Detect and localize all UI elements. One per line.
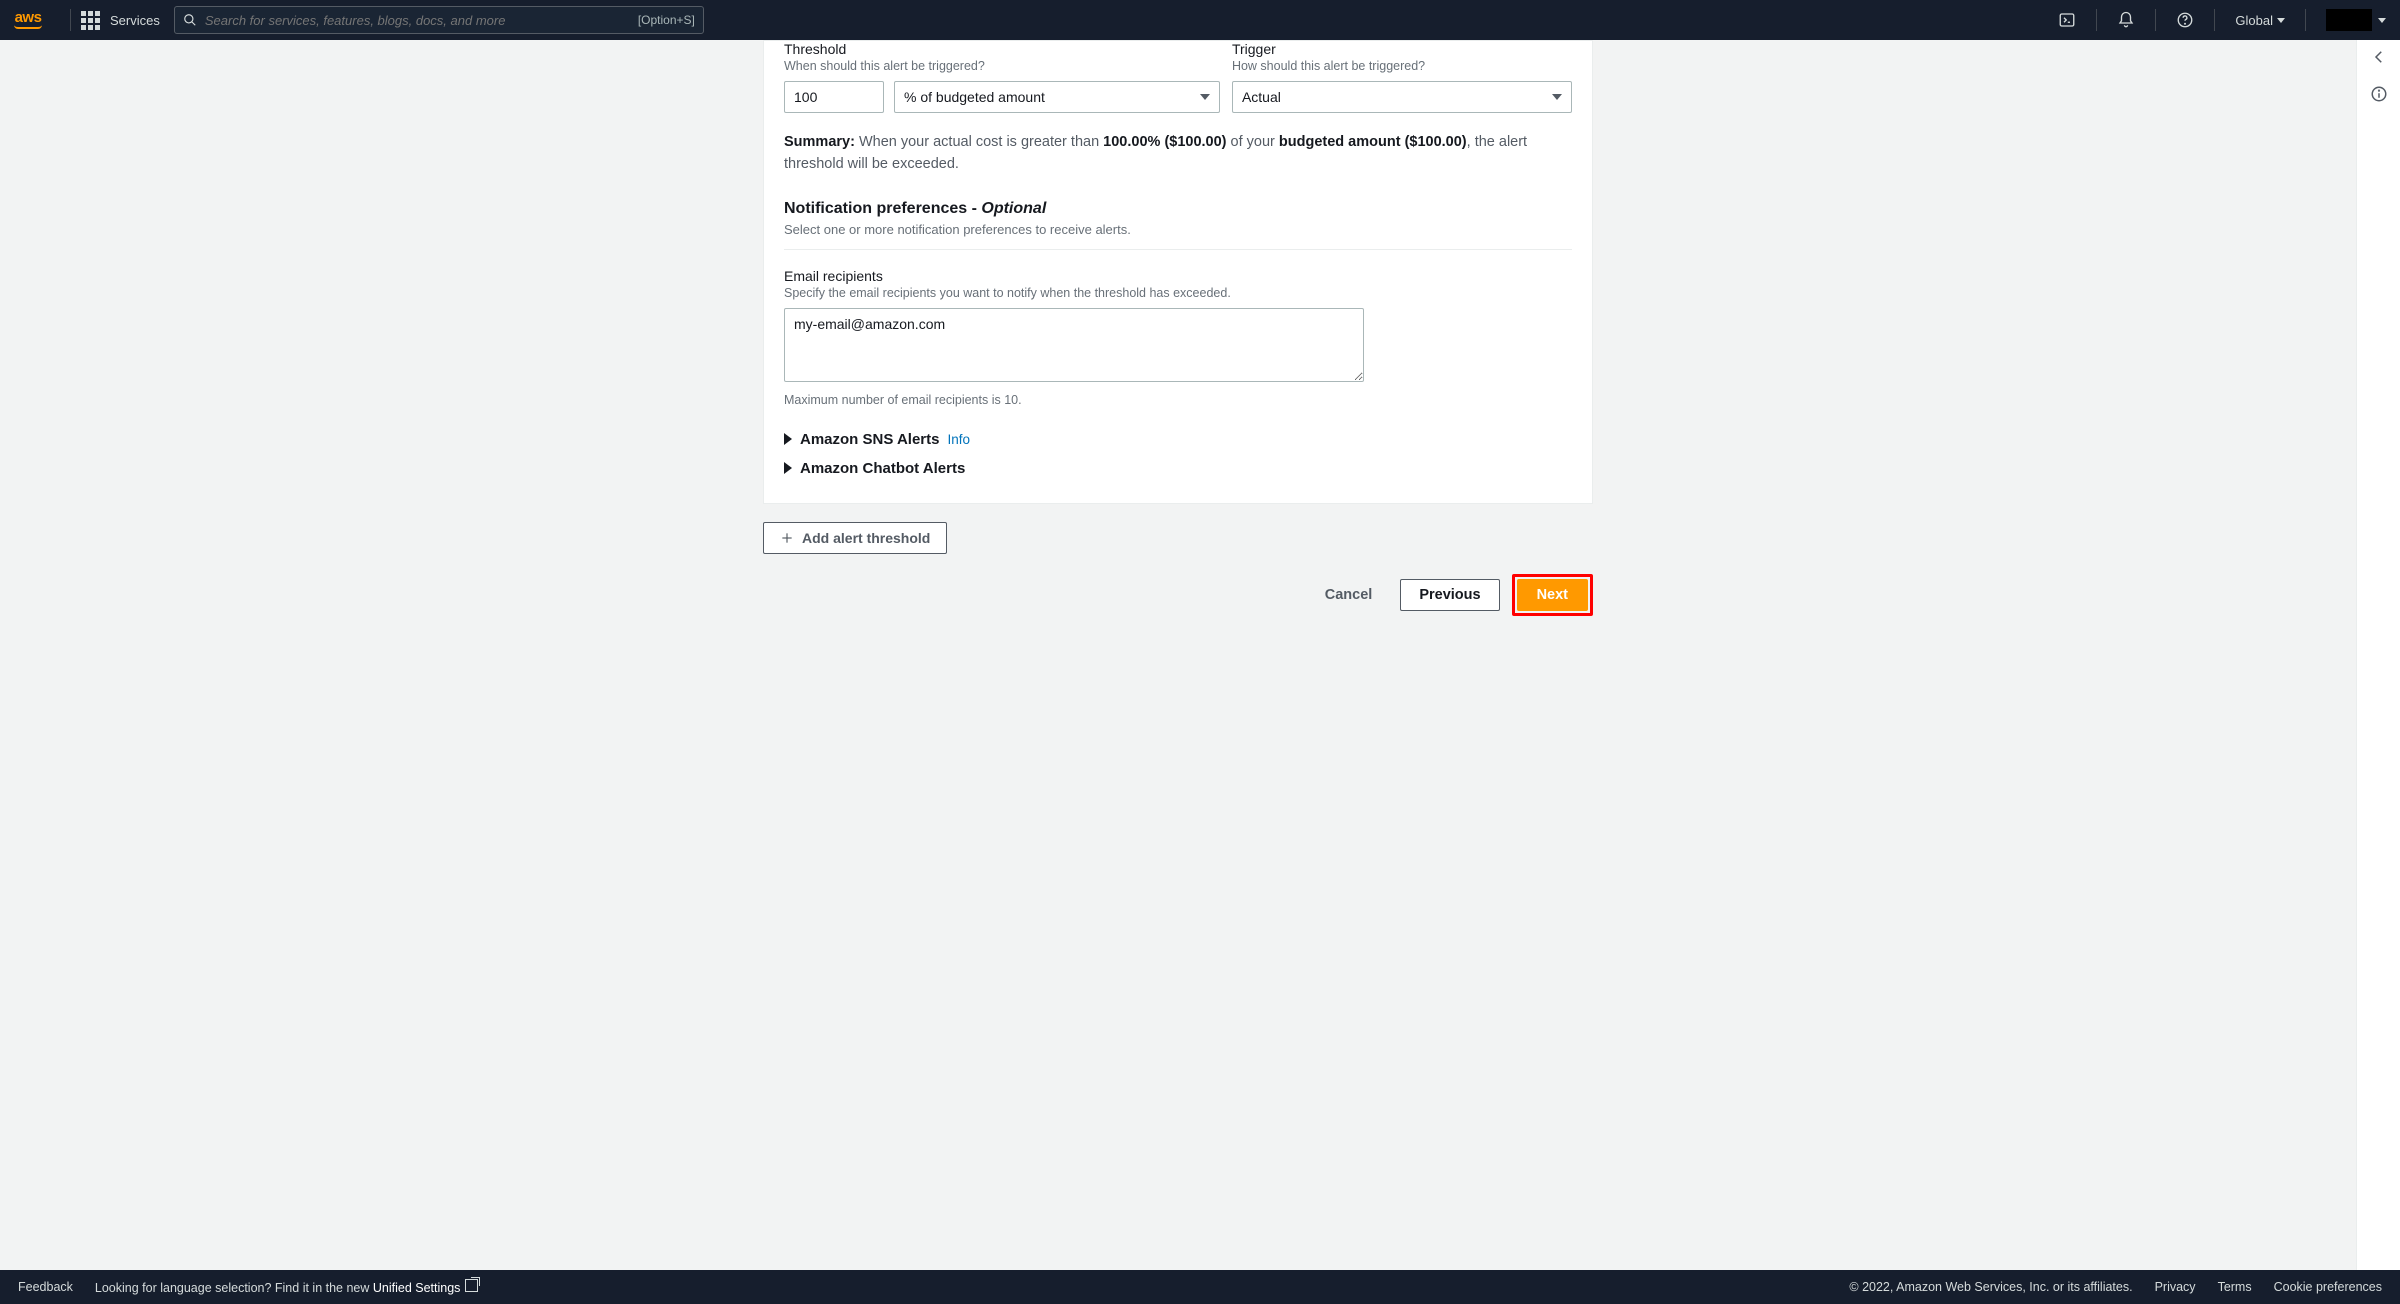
chevron-left-icon: [2370, 48, 2388, 66]
info-icon: [2370, 85, 2388, 103]
threshold-field: Threshold When should this alert be trig…: [784, 41, 1220, 113]
notification-prefs-section: Notification preferences - Optional Sele…: [784, 200, 1572, 483]
summary-text: Summary: When your actual cost is greate…: [784, 131, 1572, 176]
divider: [70, 9, 71, 31]
copyright: © 2022, Amazon Web Services, Inc. or its…: [1849, 1280, 2132, 1294]
divider: [2096, 9, 2097, 31]
right-rail: [2356, 40, 2400, 1270]
trigger-select[interactable]: Actual: [1232, 81, 1572, 113]
nav-right: Global: [2048, 9, 2386, 31]
search-icon: [183, 13, 197, 27]
threshold-unit-select[interactable]: % of budgeted amount: [894, 81, 1220, 113]
highlight-box: Next: [1512, 574, 1593, 616]
triangle-right-icon: [784, 433, 792, 445]
divider: [2214, 9, 2215, 31]
alert-panel: Threshold When should this alert be trig…: [763, 40, 1593, 504]
external-link-icon: [465, 1279, 478, 1292]
aws-logo[interactable]: aws: [14, 11, 42, 29]
email-label: Email recipients: [784, 268, 1572, 284]
divider: [2155, 9, 2156, 31]
account-menu[interactable]: [2326, 9, 2372, 31]
search-input[interactable]: [205, 13, 638, 28]
cookie-prefs-link[interactable]: Cookie preferences: [2274, 1280, 2382, 1294]
help-button[interactable]: [2166, 11, 2204, 29]
feedback-link[interactable]: Feedback: [18, 1280, 73, 1294]
help-icon: [2176, 11, 2194, 29]
top-nav: aws Services [Option+S] Global: [0, 0, 2400, 40]
trigger-label: Trigger: [1232, 41, 1572, 57]
collapse-rail-button[interactable]: [2370, 48, 2388, 71]
sns-info-link[interactable]: Info: [947, 432, 970, 447]
cloudshell-icon: [2058, 11, 2076, 29]
divider: [2305, 9, 2306, 31]
region-selector[interactable]: Global: [2225, 13, 2295, 28]
sns-alerts-label: Amazon SNS Alerts: [800, 431, 939, 448]
chevron-down-icon: [2378, 18, 2386, 23]
cancel-button[interactable]: Cancel: [1309, 579, 1389, 611]
main-column: Threshold When should this alert be trig…: [0, 40, 2356, 1270]
threshold-label: Threshold: [784, 41, 1220, 57]
lang-prompt: Looking for language selection? Find it …: [95, 1279, 479, 1295]
trigger-desc: How should this alert be triggered?: [1232, 59, 1572, 73]
triangle-right-icon: [784, 462, 792, 474]
threshold-value-input[interactable]: [784, 81, 884, 113]
chevron-down-icon: [1200, 94, 1210, 100]
sns-alerts-expander[interactable]: Amazon SNS Alerts Info: [784, 425, 1572, 454]
threshold-desc: When should this alert be triggered?: [784, 59, 1220, 73]
services-grid-icon[interactable]: [81, 11, 100, 30]
email-desc: Specify the email recipients you want to…: [784, 286, 1572, 300]
plus-icon: [780, 531, 794, 545]
chevron-down-icon: [2277, 18, 2285, 23]
unified-settings-link[interactable]: Unified Settings: [373, 1281, 479, 1295]
chatbot-alerts-expander[interactable]: Amazon Chatbot Alerts: [784, 454, 1572, 483]
chatbot-alerts-label: Amazon Chatbot Alerts: [800, 460, 965, 477]
trigger-field: Trigger How should this alert be trigger…: [1232, 41, 1572, 113]
notif-desc: Select one or more notification preferen…: [784, 222, 1572, 237]
search-shortcut-hint: [Option+S]: [638, 13, 695, 27]
content-area: Threshold When should this alert be trig…: [0, 40, 2400, 1270]
notif-heading: Notification preferences - Optional: [784, 200, 1572, 218]
services-link[interactable]: Services: [110, 13, 160, 28]
search-box[interactable]: [Option+S]: [174, 6, 704, 34]
add-alert-threshold-button[interactable]: Add alert threshold: [763, 522, 947, 554]
trigger-value: Actual: [1242, 89, 1281, 105]
threshold-section: Threshold When should this alert be trig…: [784, 41, 1572, 483]
region-label: Global: [2235, 13, 2273, 28]
wizard-buttons: Cancel Previous Next: [763, 574, 1593, 640]
bell-icon: [2117, 11, 2135, 29]
threshold-unit-value: % of budgeted amount: [904, 89, 1045, 105]
privacy-link[interactable]: Privacy: [2155, 1280, 2196, 1294]
email-recipients-input[interactable]: my-email@amazon.com: [784, 308, 1364, 382]
form-column: Threshold When should this alert be trig…: [763, 40, 1593, 1270]
next-button[interactable]: Next: [1517, 579, 1588, 611]
footer: Feedback Looking for language selection?…: [0, 1270, 2400, 1304]
cloudshell-button[interactable]: [2048, 11, 2086, 29]
email-hint: Maximum number of email recipients is 10…: [784, 393, 1572, 407]
terms-link[interactable]: Terms: [2218, 1280, 2252, 1294]
notifications-button[interactable]: [2107, 11, 2145, 29]
previous-button[interactable]: Previous: [1400, 579, 1499, 611]
divider: [784, 249, 1572, 250]
info-rail-button[interactable]: [2370, 85, 2388, 108]
chevron-down-icon: [1552, 94, 1562, 100]
